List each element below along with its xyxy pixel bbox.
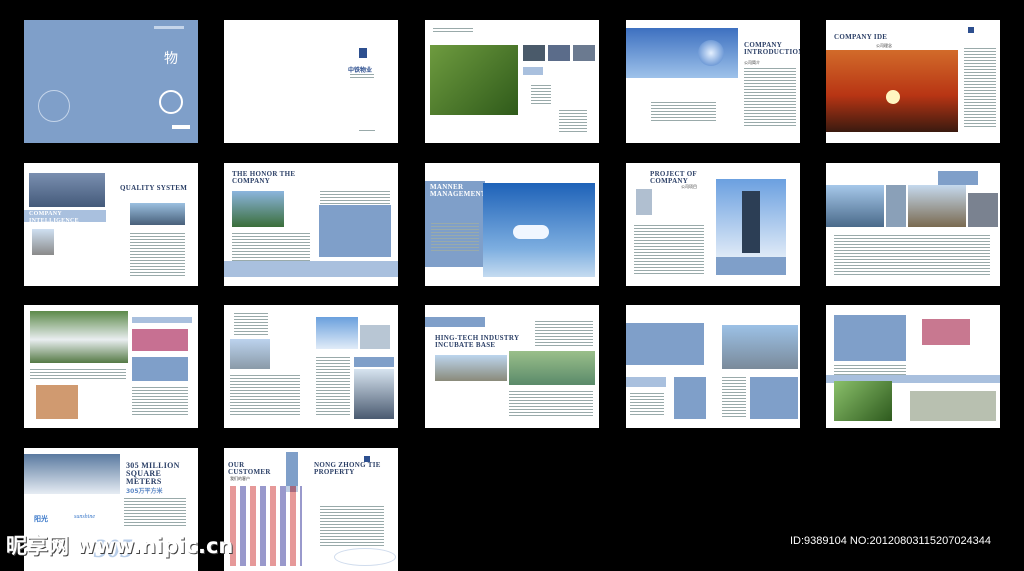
property-title: NONG ZHONG TIE PROPERTY xyxy=(314,461,381,476)
cover-swirl xyxy=(159,90,183,114)
manner-title: MANNER MANAGEMENT xyxy=(430,183,486,198)
globe-photo xyxy=(626,28,738,78)
project-title: PROJECT OF COMPANY xyxy=(650,170,697,185)
watermark-text: 昵享网 www.nipic.cn xyxy=(6,534,234,558)
skyscraper-photo xyxy=(716,179,786,257)
quality-side-title: COMPANY INTELLIGENCE xyxy=(29,211,79,224)
blocks-page xyxy=(626,305,800,428)
quality-title: QUALITY SYSTEM xyxy=(120,184,188,192)
contents-page xyxy=(425,20,599,143)
snow-photo xyxy=(24,454,120,494)
mountain-photo xyxy=(130,203,185,225)
sunshine-en: sunshine xyxy=(74,514,95,520)
brand-name: 中铁物业 xyxy=(348,67,373,74)
idea-title: COMPANY IDE xyxy=(834,33,888,41)
thumb-photo-2 xyxy=(548,45,570,61)
aerial-photo xyxy=(509,351,595,385)
customer-title: OUR CUSTOMER xyxy=(228,461,271,476)
title-page: 中铁物业 xyxy=(224,20,398,143)
buildings-page xyxy=(826,163,1000,286)
coast-photo xyxy=(232,191,284,227)
project-subtitle: 公司项目 xyxy=(681,184,697,189)
intro-title: COMPANY INTRODUCTION xyxy=(744,41,800,56)
sky-photo xyxy=(483,183,595,277)
intro-page: COMPANY INTRODUCTION 公司简介 xyxy=(626,20,800,143)
idea-subtitle: 公司理念 xyxy=(876,43,892,48)
hingtech-page: HING-TECH INDUSTRY INCUBATE BASE xyxy=(425,305,599,428)
sunset-photo xyxy=(826,50,958,132)
million-subtitle: 305万平方米 xyxy=(126,488,163,495)
quality-page: COMPANY INTELLIGENCE QUALITY SYSTEM xyxy=(24,163,198,286)
honor-title: THE HONOR THE COMPANY xyxy=(232,170,296,185)
honor-page: THE HONOR THE COMPANY xyxy=(224,163,398,286)
project-page: PROJECT OF COMPANY 公司项目 xyxy=(626,163,800,286)
building-photo xyxy=(29,173,105,207)
cover-circle xyxy=(38,90,70,122)
cover-calligraphy: 物 xyxy=(164,51,178,67)
blue-block xyxy=(319,205,391,257)
waterfall-photo xyxy=(30,311,128,363)
customers-page: OUR CUSTOMER 我们的客户 NONG ZHONG TIE PROPER… xyxy=(224,448,398,571)
waterfall-page xyxy=(24,305,198,428)
tower-photo xyxy=(32,229,54,255)
logo-icon xyxy=(359,48,367,58)
intro-subtitle: 公司简介 xyxy=(744,60,760,65)
customer-subtitle: 我们的客户 xyxy=(230,476,250,481)
customer-logos xyxy=(230,486,302,566)
footer-id: ID:9389104 NO:20120803115207024344 xyxy=(790,535,992,547)
garden-photo xyxy=(430,45,518,115)
cover-page: 物 xyxy=(24,20,198,143)
million-title: 305 MILLION SQUARE METERS xyxy=(126,461,180,486)
thumb-photo-1 xyxy=(523,45,545,61)
towers-page xyxy=(224,305,398,428)
flowers-page xyxy=(826,305,1000,428)
manner-page: MANNER MANAGEMENT xyxy=(425,163,599,286)
idea-page: COMPANY IDE 公司理念 xyxy=(826,20,1000,143)
flower-photo xyxy=(922,319,970,345)
hingtech-title: HING-TECH INDUSTRY INCUBATE BASE xyxy=(435,334,520,349)
thumb-photo-3 xyxy=(573,45,595,61)
sunshine-cn: 阳光 xyxy=(34,515,48,523)
